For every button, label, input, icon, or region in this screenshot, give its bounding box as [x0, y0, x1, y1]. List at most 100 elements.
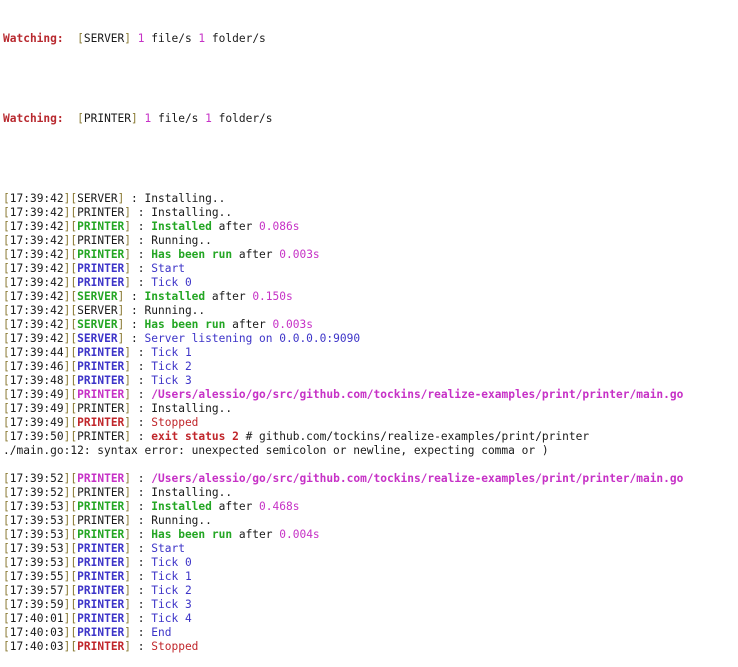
log-project-tag: PRINTER — [77, 598, 125, 611]
bracket-open: [ — [3, 626, 10, 639]
log-line: [17:39:44][PRINTER] : Tick 1 — [3, 346, 738, 360]
log-separator: : — [131, 276, 152, 289]
log-separator: : — [131, 500, 152, 513]
log-project-tag: PRINTER — [77, 402, 125, 415]
log-separator: : — [124, 318, 145, 331]
bracket-open: [ — [3, 290, 10, 303]
log-message-part: Server listening on 0.0.0.0:9090 — [144, 332, 361, 345]
log-message-part: Installing.. — [151, 206, 233, 219]
log-project-tag: PRINTER — [77, 388, 125, 401]
log-timestamp: 17:39:42 — [9, 332, 64, 345]
log-separator: : — [124, 332, 145, 345]
bracket-close: ] — [63, 570, 71, 583]
log-message-part: Start — [151, 262, 185, 275]
log-message-part: Installing.. — [144, 192, 226, 205]
bracket-open: [ — [3, 542, 10, 555]
log-timestamp: 17:39:42 — [9, 262, 64, 275]
log-separator: : — [131, 584, 152, 597]
log-line: [17:39:46][PRINTER] : Tick 2 — [3, 360, 738, 374]
log-message-part: Tick 1 — [151, 570, 192, 583]
bracket-open: [ — [3, 248, 10, 261]
log-message-part: 0.150s — [252, 290, 293, 303]
log-line: [17:40:03][PRINTER] : Stopped — [3, 640, 738, 654]
log-separator: : — [131, 374, 152, 387]
log-project-tag: PRINTER — [77, 360, 125, 373]
folder-count-label: folder/s — [205, 32, 266, 45]
log-timestamp: 17:39:49 — [9, 388, 64, 401]
log-project-tag: PRINTER — [77, 556, 125, 569]
log-message-part: Running.. — [151, 514, 212, 527]
bracket-open: [ — [70, 598, 78, 611]
bracket-open: [ — [3, 612, 10, 625]
log-project-tag: PRINTER — [77, 416, 125, 429]
log-timestamp: 17:39:53 — [9, 500, 64, 513]
log-project-tag: PRINTER — [77, 640, 125, 653]
log-timestamp: 17:39:42 — [9, 318, 64, 331]
log-separator: : — [131, 472, 152, 485]
bracket-close: ] — [124, 598, 132, 611]
log-message-part: Installed — [151, 500, 212, 513]
log-message-part: Stopped — [151, 416, 199, 429]
log-message-part: 0.003s — [272, 318, 313, 331]
log-timestamp: 17:39:42 — [9, 304, 64, 317]
error-detail-text: ./main.go:12: syntax error: unexpected s… — [3, 444, 549, 457]
log-timestamp: 17:39:48 — [9, 374, 64, 387]
log-separator: : — [131, 262, 152, 275]
log-message-part: Installed — [151, 220, 212, 233]
log-message-part: Has been run — [144, 318, 226, 331]
bracket-open: [ — [3, 234, 10, 247]
log-timestamp: 17:39:52 — [9, 486, 64, 499]
log-message-part: Installed — [144, 290, 206, 303]
log-separator: : — [131, 248, 152, 261]
log-project-tag: PRINTER — [77, 472, 125, 485]
log-line: [17:39:49][PRINTER] : /Users/alessio/go/… — [3, 388, 738, 402]
log-separator: : — [131, 234, 152, 247]
bracket-open: [ — [3, 528, 10, 541]
log-message-part: after — [225, 318, 273, 331]
log-project-tag: PRINTER — [77, 612, 125, 625]
log-separator: : — [131, 570, 152, 583]
log-separator: : — [131, 626, 152, 639]
bracket-close: ] — [124, 626, 132, 639]
log-project-tag: SERVER — [77, 318, 118, 331]
log-line: [17:39:48][PRINTER] : Tick 3 — [3, 374, 738, 388]
bracket-close: ] — [124, 570, 132, 583]
bracket-close: ] — [63, 542, 71, 555]
log-project-tag: PRINTER — [77, 570, 125, 583]
log-project-tag: PRINTER — [77, 220, 125, 233]
watch-project-name: SERVER — [83, 32, 125, 45]
file-count-label: file/s — [151, 112, 206, 125]
bracket-close: ] — [63, 556, 71, 569]
bracket-open: [ — [3, 220, 10, 233]
log-line: [17:39:42][PRINTER] : Installing.. — [3, 206, 738, 220]
log-timestamp: 17:39:53 — [9, 556, 64, 569]
bracket-close: ] — [124, 542, 132, 555]
log-line: [17:39:50][PRINTER] : exit status 2 # gi… — [3, 430, 738, 444]
bracket-open: [ — [3, 276, 10, 289]
bracket-open: [ — [3, 430, 10, 443]
log-timestamp: 17:39:42 — [9, 276, 64, 289]
log-line: [17:39:42][SERVER] : Server listening on… — [3, 332, 738, 346]
log-message-part: after — [232, 248, 280, 261]
log-message-part: exit status 2 — [151, 430, 239, 443]
watch-project-name: PRINTER — [83, 112, 132, 125]
log-separator: : — [131, 640, 152, 653]
bracket-close: ] — [124, 612, 132, 625]
folder-count: 1 — [205, 112, 212, 125]
bracket-open: [ — [70, 584, 78, 597]
bracket-open: [ — [3, 556, 10, 569]
log-project-tag: SERVER — [77, 332, 118, 345]
log-line: [17:39:53][PRINTER] : Start — [3, 542, 738, 556]
log-project-tag: SERVER — [77, 192, 118, 205]
log-line: [17:40:03][PRINTER] : End — [3, 626, 738, 640]
terminal-output[interactable]: Watching: [SERVER] 1 file/s 1 folder/s W… — [0, 0, 738, 653]
log-line: [17:39:52][PRINTER] : Installing.. — [3, 486, 738, 500]
log-project-tag: PRINTER — [77, 346, 125, 359]
log-timestamp: 17:39:49 — [9, 402, 64, 415]
bracket-close: ] — [63, 598, 71, 611]
watch-line-server: Watching: [SERVER] 1 file/s 1 folder/s — [3, 32, 738, 46]
log-message-part: Has been run — [151, 248, 233, 261]
log-line: [17:39:42][SERVER] : Running.. — [3, 304, 738, 318]
bracket-close: ] — [63, 528, 71, 541]
